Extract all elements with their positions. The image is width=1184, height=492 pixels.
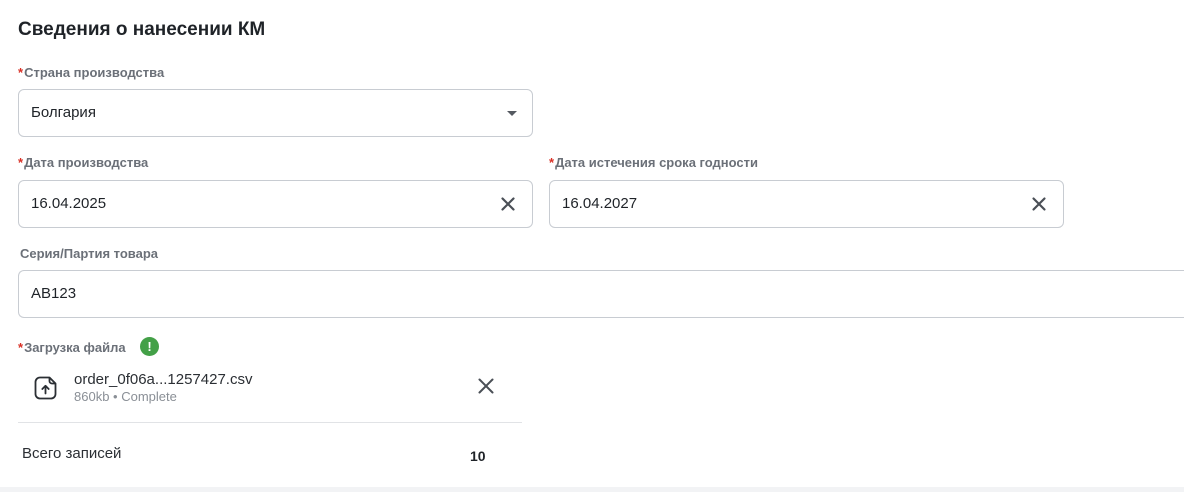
batch-label: Серия/Партия товара xyxy=(20,246,158,261)
upload-label-text: Загрузка файла xyxy=(24,340,126,355)
chevron-down-icon[interactable] xyxy=(507,111,517,116)
production-date-value: 16.04.2025 xyxy=(31,195,107,212)
country-select-value: Болгария xyxy=(31,104,96,121)
batch-input-value: AB123 xyxy=(31,285,77,302)
close-icon[interactable] xyxy=(1027,192,1051,216)
close-icon[interactable] xyxy=(496,192,520,216)
total-records-label: Всего записей xyxy=(22,445,122,462)
file-upload-icon xyxy=(34,376,57,400)
batch-input[interactable]: AB123 xyxy=(18,270,1184,318)
country-label-text: Страна производства xyxy=(24,65,165,80)
exclamation-icon[interactable]: ! xyxy=(140,337,159,356)
file-name: order_0f06a...1257427.csv xyxy=(74,371,253,388)
country-select[interactable]: Болгария xyxy=(18,89,533,137)
expiry-date-label: *Дата истечения срока годности xyxy=(549,155,758,170)
km-info-card: Сведения о нанесении КМ *Страна производ… xyxy=(0,0,1184,487)
production-date-label-text: Дата производства xyxy=(24,155,149,170)
production-date-input[interactable]: 16.04.2025 xyxy=(18,180,533,228)
production-date-label: *Дата производства xyxy=(18,155,148,170)
country-label: *Страна производства xyxy=(18,65,164,80)
batch-label-text: Серия/Партия товара xyxy=(20,246,159,261)
total-records-value: 10 xyxy=(470,448,486,464)
upload-label: *Загрузка файла xyxy=(18,340,126,355)
required-asterisk: * xyxy=(18,155,24,170)
required-asterisk: * xyxy=(549,155,555,170)
expiry-date-input[interactable]: 16.04.2027 xyxy=(549,180,1064,228)
divider xyxy=(18,422,522,423)
section-title: Сведения о нанесении КМ xyxy=(18,19,266,40)
required-asterisk: * xyxy=(18,340,24,355)
expiry-date-label-text: Дата истечения срока годности xyxy=(555,155,759,170)
required-asterisk: * xyxy=(18,65,24,80)
expiry-date-value: 16.04.2027 xyxy=(562,195,638,212)
file-meta: 860kb • Complete xyxy=(74,389,177,404)
close-icon[interactable] xyxy=(475,375,497,397)
